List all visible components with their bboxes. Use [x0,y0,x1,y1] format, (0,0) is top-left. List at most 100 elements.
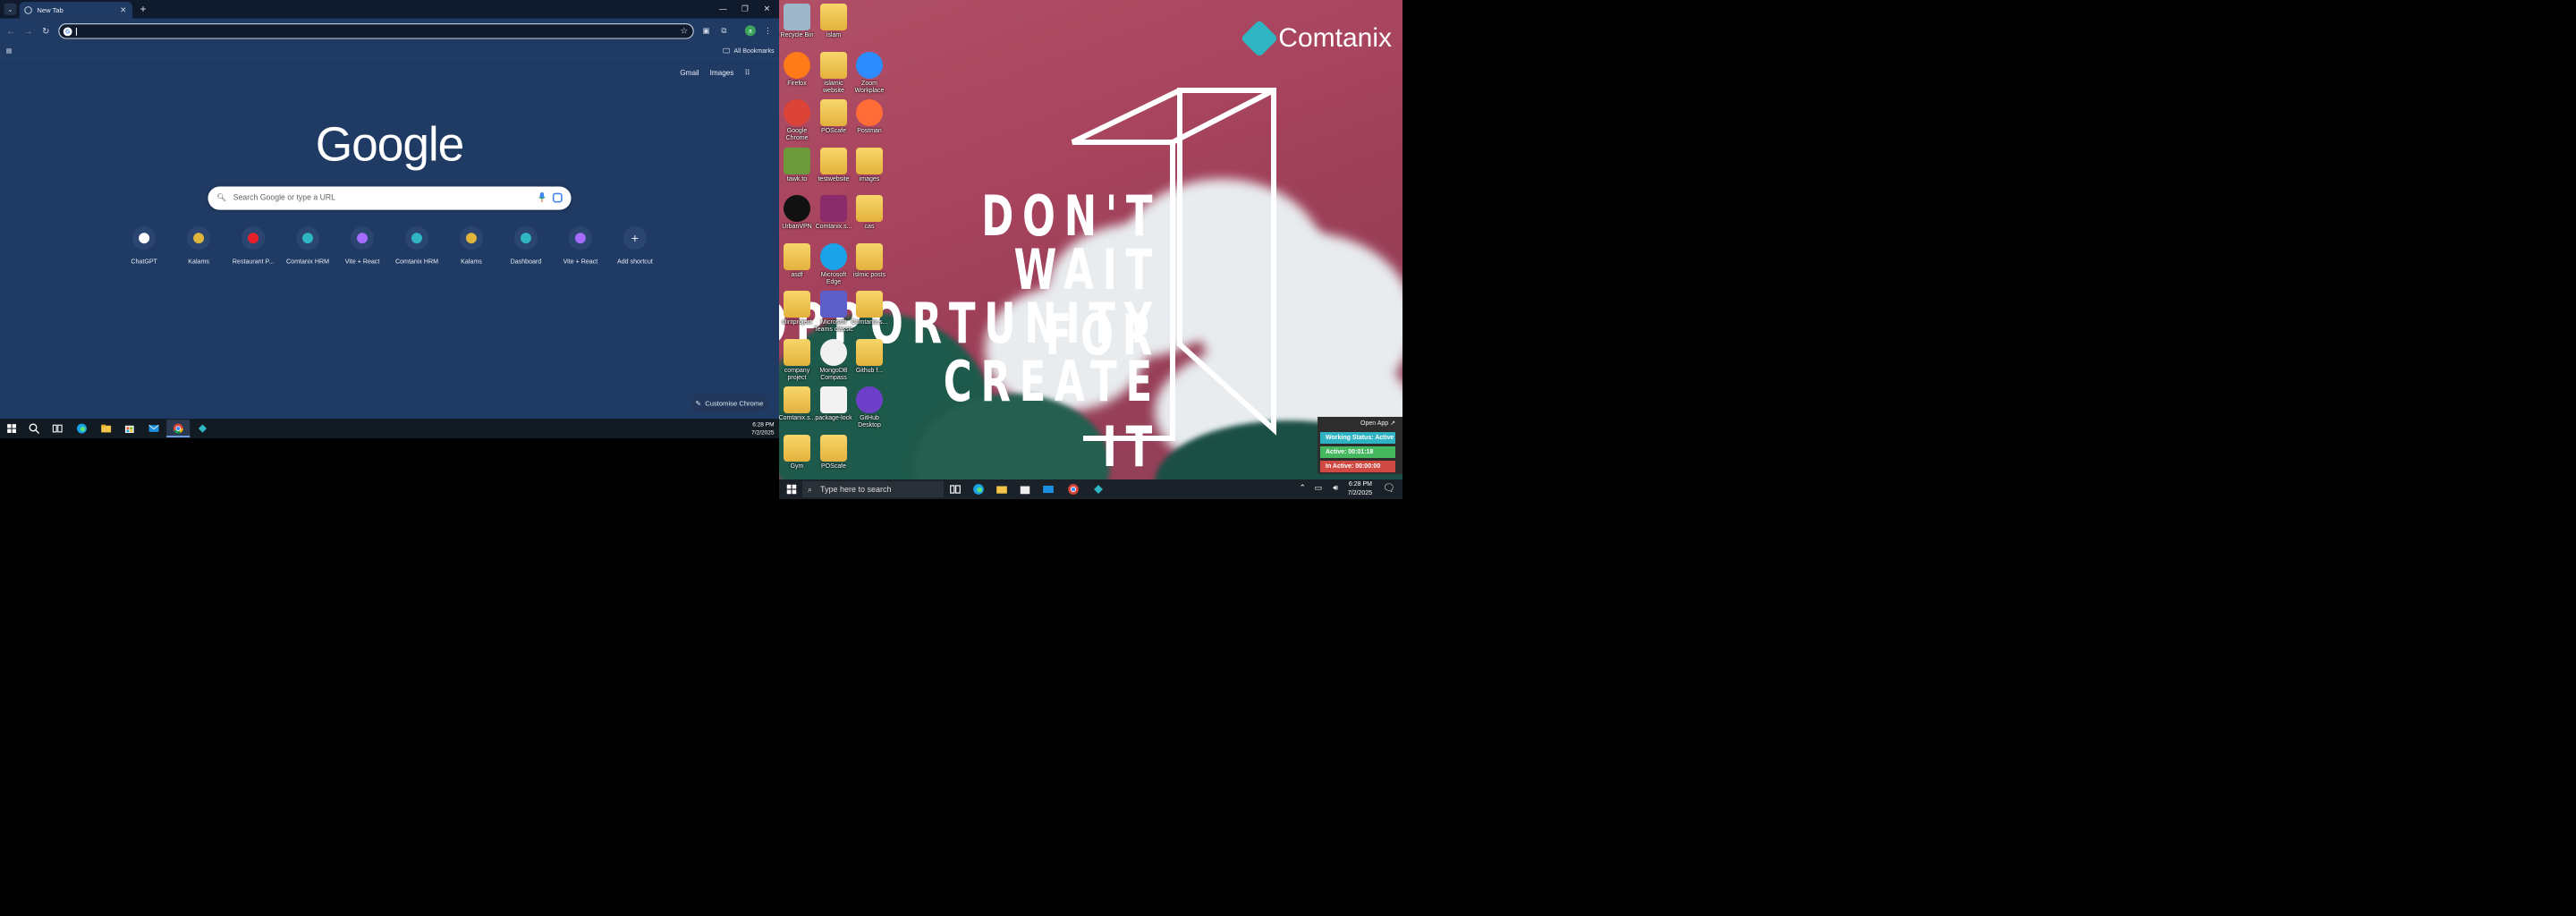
address-bar[interactable]: G ☆ [58,23,694,39]
google-apps-icon[interactable]: ⠿ [744,68,750,77]
apps-grid-icon[interactable]: ▦ [6,47,13,55]
shortcut-label: Restaurant P... [232,257,275,266]
desktop-icon[interactable]: cas [849,195,890,231]
desktop-icon[interactable]: clintproject [779,291,818,327]
customise-chrome-button[interactable]: ✎ Customise Chrome [690,394,769,412]
shortcut-label: Dashboard [510,257,542,266]
mail-icon[interactable] [148,423,159,435]
restore-button[interactable]: ❐ [735,3,755,15]
desktop-icon[interactable]: Github f... [849,338,890,375]
desktop-icon[interactable]: GitHub Desktop [849,386,890,429]
desktop-icon[interactable]: islmic posts [849,242,890,279]
recycle-bin-icon [784,4,810,30]
close-window-button[interactable]: ✕ [758,3,777,15]
shortcut-label: Kalams [461,257,482,266]
desktop-icon[interactable]: Comtanix.s... [849,291,890,327]
browser-toolbar: ← → ↻ G ☆ ▣ ⧉ a ⋮ [0,18,779,43]
desktop-icon[interactable]: asdf [779,242,818,279]
back-button[interactable]: ← [4,25,16,37]
shortcut-tile[interactable]: Kalams [172,226,226,265]
open-app-link[interactable]: Open App ↗ [1318,417,1402,429]
chrome-icon[interactable] [1067,483,1080,496]
desktop-icon-label: cas [864,224,875,230]
shortcut-tile[interactable]: ChatGPT [117,226,172,265]
search-icon[interactable] [29,423,40,435]
windows-start-icon[interactable] [785,483,798,496]
microphone-icon[interactable] [538,191,547,202]
desktop-icon[interactable]: islam [813,4,854,39]
network-icon[interactable]: ▭ [1314,483,1322,493]
desktop-icon[interactable]: images [849,147,890,183]
shortcut-label: Comtanix HRM [394,257,438,266]
all-bookmarks-button[interactable]: All Bookmarks [723,47,775,54]
comtanix-app-icon[interactable] [1092,483,1105,496]
desktop-icon-label: Gym [790,462,804,470]
file-explorer-icon[interactable] [100,423,112,435]
desktop-icon[interactable]: POScafe [813,434,854,471]
shortcut-tile[interactable]: Kalams [444,226,498,265]
desktop-icon[interactable]: UrbanVPN [779,195,818,231]
puzzle-extensions-icon[interactable]: ⧉ [718,25,730,37]
shortcut-tile[interactable]: Comtanix HRM [281,226,335,265]
profile-avatar[interactable]: a [744,25,756,37]
extension-tab-icon[interactable]: ▣ [700,25,712,37]
reload-button[interactable]: ↻ [40,25,52,37]
shortcut-label: Kalams [188,257,209,266]
windows-start-icon[interactable] [6,423,18,435]
shortcut-tile[interactable]: Dashboard [498,226,553,265]
desktop-icon[interactable]: tawk.to [779,147,818,183]
images-link[interactable]: Images [710,68,734,76]
system-tray-chevron-icon[interactable]: ⌃ [1299,483,1306,493]
shortcut-tile[interactable]: Vite + React [335,226,390,265]
shortcut-label: Vite + React [344,257,380,266]
desktop-icon[interactable]: company project [779,338,818,382]
desktop-icon[interactable]: Zoom Workplace [849,51,890,95]
mail-icon[interactable] [1042,483,1055,496]
folder-icon [820,434,847,462]
store-icon[interactable] [123,423,135,435]
forward-button[interactable]: → [22,25,34,37]
desktop-icon[interactable]: Comtanix.s... [779,386,818,422]
site-favicon-icon [520,233,531,244]
desktop-icon-label: asdf [791,271,803,278]
desktop-icon[interactable]: Postman [849,99,890,135]
google-lens-icon[interactable] [552,192,563,203]
desktop-icon-label: images [859,175,880,182]
notification-icon[interactable]: 🗨︎ [1383,482,1395,494]
desktop-icon[interactable]: Recycle Bin [779,4,818,39]
taskbar-clock[interactable]: 6:28 PM 7/2/2025 [1348,480,1372,498]
left-taskbar: 6:28 PM 7/2/2025 [0,419,779,438]
chrome-window: ⌄ New Tab ✕ + — ❐ ✕ ← → ↻ G ☆ ▣ ⧉ a ⋮ ▦ … [0,0,779,438]
taskbar-clock[interactable]: 6:28 PM 7/2/2025 [751,420,774,437]
folder-icon [820,99,847,126]
shortcut-tile[interactable]: Vite + React [553,226,607,265]
store-icon[interactable] [1019,483,1031,496]
volume-icon[interactable]: 🔊︎ [1333,483,1338,493]
shortcut-tile[interactable]: Restaurant P... [226,226,281,265]
bookmark-star-icon[interactable]: ☆ [680,26,688,36]
task-view-icon[interactable] [52,423,64,435]
tab-new-tab[interactable]: New Tab ✕ [19,2,133,19]
minimize-button[interactable]: — [714,3,733,15]
new-tab-button[interactable]: + [138,4,149,15]
ntp-search-box[interactable]: 🔍︎ Search Google or type a URL [208,186,572,210]
taskbar-search-input[interactable]: ⌕ Type here to search [802,481,944,497]
folder-icon [820,51,847,79]
chrome-icon[interactable] [173,423,184,435]
gmail-link[interactable]: Gmail [680,68,699,76]
tab-search-button[interactable]: ⌄ [4,3,17,15]
edge-icon[interactable] [972,483,985,496]
desktop-icon[interactable]: Firefox [779,51,818,88]
kebab-menu-icon[interactable]: ⋮ [762,25,774,37]
task-view-icon[interactable] [949,483,962,496]
desktop-icon[interactable]: Google Chrome [779,99,818,142]
edge-icon[interactable] [76,423,88,435]
shortcut-bubble [459,226,484,250]
desktop-icon[interactable]: Gym [779,434,818,471]
shortcut-tile[interactable]: Comtanix HRM [390,226,445,265]
file-explorer-icon[interactable] [996,483,1008,496]
comtanix-app-icon[interactable] [197,423,208,435]
close-tab-icon[interactable]: ✕ [119,5,128,15]
shortcut-tile[interactable]: + Add shortcut [607,226,662,265]
folder-icon [784,386,810,413]
